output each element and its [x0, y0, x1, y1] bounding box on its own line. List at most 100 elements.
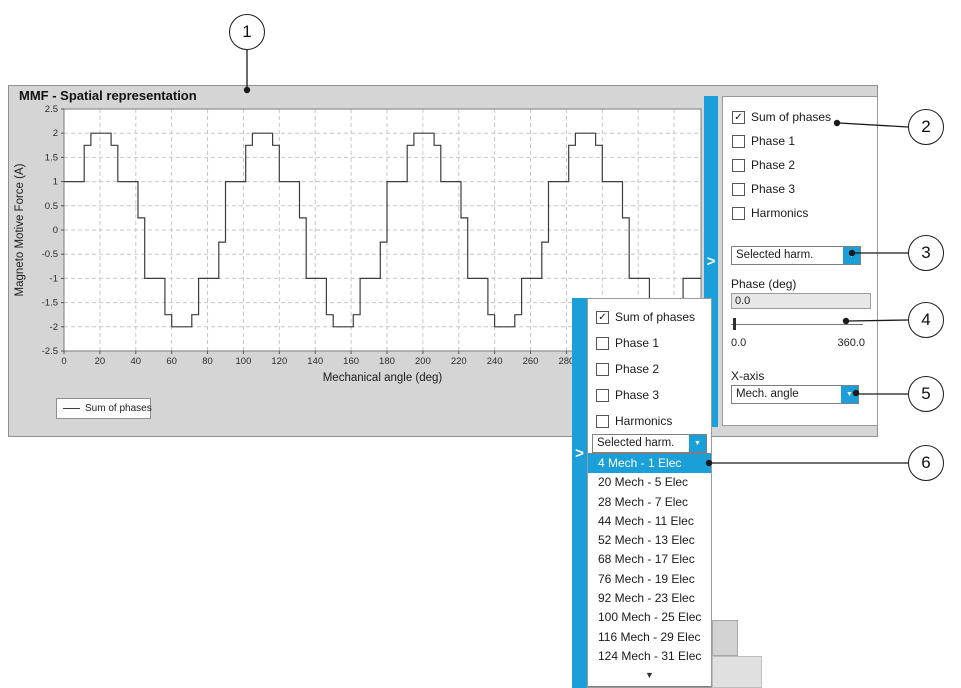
checkbox-harmonics[interactable]: Harmonics — [588, 408, 711, 434]
checkbox-unchecked-icon[interactable] — [596, 389, 609, 402]
dropdown-arrow-icon[interactable]: ▼ — [841, 386, 858, 403]
svg-text:200: 200 — [415, 356, 431, 367]
svg-text:-1.5: -1.5 — [42, 298, 58, 309]
slider-min-label: 0.0 — [731, 337, 746, 349]
svg-text:80: 80 — [202, 356, 213, 367]
svg-text:180: 180 — [379, 356, 395, 367]
harmonic-option[interactable]: 92 Mech - 23 Elec — [588, 589, 711, 608]
harmonic-option[interactable]: 20 Mech - 5 Elec — [588, 473, 711, 492]
svg-text:240: 240 — [487, 356, 503, 367]
harmonic-option[interactable]: 68 Mech - 17 Elec — [588, 550, 711, 569]
popup-collapse-bar[interactable]: > — [572, 298, 587, 688]
legend-label: Sum of phases — [85, 403, 152, 414]
svg-text:2: 2 — [53, 128, 58, 139]
checkbox-unchecked-icon[interactable] — [596, 363, 609, 376]
plot-controls-panel-expanded: ✓ Sum of phases Phase 1 Phase 2 Phase 3 Harmo… — [587, 298, 712, 688]
harmonic-select-value: Selected harm. — [593, 435, 689, 452]
svg-text:0.5: 0.5 — [45, 201, 58, 212]
harmonic-dropdown-list: 4 Mech - 1 Elec20 Mech - 5 Elec28 Mech -… — [588, 453, 711, 687]
harmonic-option[interactable]: 44 Mech - 11 Elec — [588, 512, 711, 531]
phase-field-label: Phase (deg) — [731, 277, 796, 291]
background-fragment — [712, 656, 762, 688]
scroll-down-icon[interactable]: ▼ — [588, 666, 711, 684]
checkbox-unchecked-icon[interactable] — [732, 207, 745, 220]
checkbox-unchecked-icon[interactable] — [732, 183, 745, 196]
svg-text:-2: -2 — [50, 322, 58, 333]
checkbox-unchecked-icon[interactable] — [732, 135, 745, 148]
checkbox-unchecked-icon[interactable] — [732, 159, 745, 172]
checkbox-label: Phase 1 — [751, 134, 795, 148]
checkbox-phase-1[interactable]: Phase 1 — [723, 129, 877, 153]
mmf-window: MMF - Spatial representation 02040608010… — [8, 85, 878, 437]
checkbox-phase-1[interactable]: Phase 1 — [588, 330, 711, 356]
harmonic-option[interactable]: 4 Mech - 1 Elec — [588, 454, 711, 473]
harmonic-select[interactable]: Selected harm. ▼ — [731, 246, 861, 265]
harmonic-select[interactable]: Selected harm. ▼ — [592, 434, 707, 453]
callout-5: 5 — [908, 376, 944, 412]
checkbox-harmonics[interactable]: Harmonics — [723, 201, 877, 225]
phase-input[interactable] — [731, 293, 871, 309]
svg-text:160: 160 — [343, 356, 359, 367]
checkbox-label: Sum of phases — [751, 110, 831, 124]
svg-text:-0.5: -0.5 — [42, 249, 58, 260]
svg-text:40: 40 — [130, 356, 141, 367]
phase-checkbox-group: ✓ Sum of phases Phase 1 Phase 2 Phase 3 Harmo… — [588, 304, 711, 434]
svg-text:100: 100 — [236, 356, 252, 367]
checkbox-label: Phase 2 — [615, 362, 659, 376]
callout-4: 4 — [908, 302, 944, 338]
checkbox-phase-3[interactable]: Phase 3 — [588, 382, 711, 408]
callout-1: 1 — [229, 14, 265, 50]
checkbox-sum-of-phases[interactable]: ✓ Sum of phases — [588, 304, 711, 330]
harmonic-option[interactable]: 52 Mech - 13 Elec — [588, 531, 711, 550]
harmonic-option[interactable]: 116 Mech - 29 Elec — [588, 628, 711, 647]
checkbox-unchecked-icon[interactable] — [596, 337, 609, 350]
xaxis-select-value: Mech. angle — [732, 386, 841, 403]
harmonic-options: 4 Mech - 1 Elec20 Mech - 5 Elec28 Mech -… — [588, 454, 711, 666]
svg-text:60: 60 — [166, 356, 177, 367]
phase-slider[interactable] — [731, 317, 863, 331]
svg-text:0: 0 — [53, 225, 58, 236]
dropdown-arrow-icon[interactable]: ▼ — [843, 247, 860, 264]
dropdown-arrow-icon[interactable]: ▼ — [689, 435, 706, 452]
y-axis-label: Magneto Motive Force (A) — [14, 163, 26, 296]
svg-text:260: 260 — [523, 356, 539, 367]
checkbox-label: Phase 3 — [751, 182, 795, 196]
plot-controls-panel: ✓ Sum of phases Phase 1 Phase 2 Phase 3 Harmo… — [722, 96, 878, 426]
chevron-right-icon: > — [575, 446, 584, 461]
checkbox-sum-of-phases[interactable]: ✓ Sum of phases — [723, 105, 877, 129]
harmonic-option[interactable]: 100 Mech - 25 Elec — [588, 608, 711, 627]
harmonic-option[interactable]: 28 Mech - 7 Elec — [588, 493, 711, 512]
xaxis-select[interactable]: Mech. angle ▼ — [731, 385, 859, 404]
checkbox-checked-icon[interactable]: ✓ — [596, 311, 609, 324]
legend-line-sample — [63, 408, 80, 409]
callout-6: 6 — [908, 445, 944, 481]
svg-text:20: 20 — [95, 356, 106, 367]
checkbox-label: Sum of phases — [615, 310, 695, 324]
checkbox-label: Harmonics — [615, 414, 672, 428]
checkbox-label: Harmonics — [751, 206, 808, 220]
chart-legend: Sum of phases — [56, 398, 151, 419]
svg-text:140: 140 — [307, 356, 323, 367]
harmonic-select-value: Selected harm. — [732, 247, 843, 264]
checkbox-checked-icon[interactable]: ✓ — [732, 111, 745, 124]
slider-handle[interactable] — [733, 318, 736, 330]
harmonic-option[interactable]: 124 Mech - 31 Elec — [588, 647, 711, 666]
checkbox-label: Phase 1 — [615, 336, 659, 350]
checkbox-phase-2[interactable]: Phase 2 — [588, 356, 711, 382]
slider-max-label: 360.0 — [837, 337, 865, 349]
slider-range-labels: 0.0 360.0 — [731, 337, 865, 349]
checkbox-label: Phase 2 — [751, 158, 795, 172]
harmonic-option[interactable]: 76 Mech - 19 Elec — [588, 570, 711, 589]
callout-3: 3 — [908, 235, 944, 271]
svg-text:1.5: 1.5 — [45, 152, 58, 163]
callout-2: 2 — [908, 109, 944, 145]
svg-text:1: 1 — [53, 177, 58, 188]
svg-text:220: 220 — [451, 356, 467, 367]
checkbox-label: Phase 3 — [615, 388, 659, 402]
svg-text:-2.5: -2.5 — [42, 346, 58, 357]
slider-track — [731, 324, 863, 325]
checkbox-unchecked-icon[interactable] — [596, 415, 609, 428]
svg-text:0: 0 — [61, 356, 66, 367]
checkbox-phase-2[interactable]: Phase 2 — [723, 153, 877, 177]
checkbox-phase-3[interactable]: Phase 3 — [723, 177, 877, 201]
